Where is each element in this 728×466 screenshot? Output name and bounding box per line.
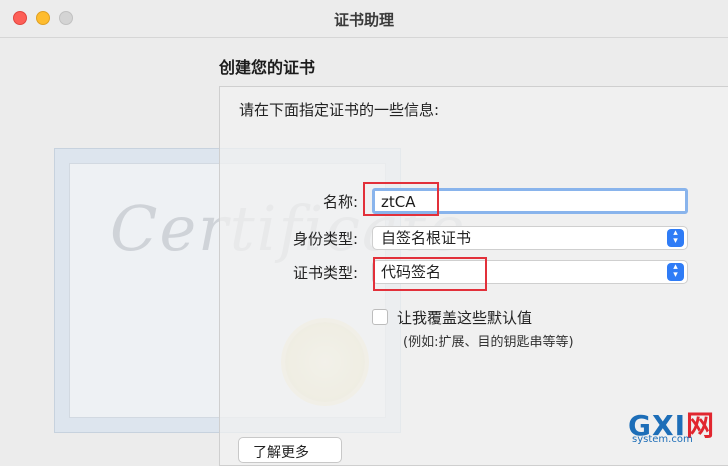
- certificate-type-label: 证书类型:: [292, 264, 358, 282]
- chevron-updown-icon: ▴ ▾: [667, 263, 684, 281]
- page-heading: 创建您的证书: [219, 58, 316, 77]
- name-label: 名称:: [322, 193, 358, 211]
- override-defaults-label: 让我覆盖这些默认值: [397, 309, 533, 327]
- identity-type-label: 身份类型:: [292, 230, 358, 248]
- override-defaults-hint: (例如:扩展、目的钥匙串等等): [403, 335, 574, 350]
- window-title: 证书助理: [333, 11, 394, 29]
- identity-type-select[interactable]: 自签名根证书 ▴ ▾: [372, 226, 688, 250]
- form-prompt: 请在下面指定证书的一些信息:: [239, 101, 440, 119]
- chevron-updown-icon: ▴ ▾: [667, 229, 684, 247]
- highlight-box-certificate-type: [373, 257, 487, 291]
- highlight-box-name: [363, 182, 439, 216]
- watermark-site-text: system.com: [632, 434, 693, 445]
- learn-more-button[interactable]: 了解更多: [238, 437, 342, 463]
- title-bar: 证书助理: [0, 0, 728, 38]
- override-defaults-checkbox[interactable]: [372, 309, 388, 325]
- identity-type-value: 自签名根证书: [381, 229, 472, 247]
- site-watermark-logo: GXI网 system.com: [628, 404, 722, 446]
